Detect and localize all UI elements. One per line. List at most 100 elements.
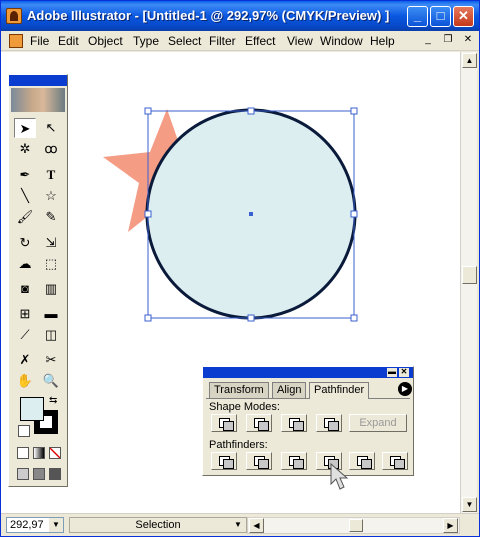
scroll-right-icon[interactable]: ▶	[443, 518, 458, 533]
horizontal-scrollbar[interactable]: ◀ ▶	[247, 517, 460, 534]
scroll-down-icon[interactable]: ▼	[462, 497, 477, 512]
toolbox-title-bar[interactable]	[9, 75, 67, 86]
selection-handle[interactable]	[144, 107, 152, 115]
menu-object[interactable]: Object	[88, 34, 123, 48]
zoom-level-value: 292,97	[10, 519, 44, 531]
selection-handle[interactable]	[144, 210, 152, 218]
symbol-sprayer-tool-icon[interactable]: ◙	[14, 279, 36, 299]
selection-handle[interactable]	[350, 210, 358, 218]
panel-close-icon[interactable]: ✕	[399, 368, 409, 377]
gradient-mode-icon[interactable]	[33, 447, 45, 459]
scroll-up-icon[interactable]: ▲	[462, 53, 477, 68]
panel-menu-arrow-icon[interactable]: ▶	[398, 382, 412, 396]
minimize-button[interactable]: _	[407, 6, 428, 27]
hand-tool-icon[interactable]: ✋	[14, 371, 36, 391]
menu-edit[interactable]: Edit	[58, 34, 79, 48]
lasso-tool-icon[interactable]: ꝏ	[40, 139, 62, 159]
menu-window[interactable]: Window	[320, 34, 363, 48]
pen-tool-icon[interactable]: ✒	[14, 165, 36, 185]
line-tool-icon[interactable]: ╲	[14, 186, 36, 206]
selection-handle[interactable]	[350, 107, 358, 115]
minus-back-button[interactable]	[382, 452, 408, 470]
divide-button[interactable]	[211, 452, 237, 470]
mouse-cursor-icon	[330, 462, 349, 490]
status-text: Selection	[135, 519, 181, 531]
minimize-icon: _	[413, 8, 422, 23]
selection-tool-icon[interactable]: ➤	[14, 118, 36, 138]
scroll-left-icon[interactable]: ◀	[249, 518, 264, 533]
maximize-icon: □	[436, 8, 445, 23]
zoom-dropdown-icon[interactable]: ▼	[49, 518, 63, 532]
pencil-tool-icon[interactable]: ✎	[40, 207, 62, 227]
tab-pathfinder[interactable]: Pathfinder	[309, 382, 370, 399]
full-screen-menu-mode-icon[interactable]	[33, 468, 45, 480]
doc-restore-icon[interactable]: ❐	[441, 34, 455, 47]
tab-transform[interactable]: Transform	[209, 382, 269, 398]
doc-close-icon[interactable]: ✕	[461, 34, 475, 47]
vertical-scroll-thumb[interactable]	[462, 266, 477, 284]
swap-colors-icon[interactable]: ⇆	[49, 395, 61, 407]
menu-type[interactable]: Type	[133, 34, 159, 48]
magic-wand-tool-icon[interactable]: ✲	[14, 139, 36, 159]
exclude-overlapping-areas-button[interactable]	[316, 414, 342, 432]
subtract-from-shape-area-button[interactable]	[246, 414, 272, 432]
illustrator-app-icon[interactable]	[6, 8, 22, 24]
document-icon[interactable]	[9, 34, 23, 48]
selection-handle[interactable]	[144, 314, 152, 322]
selection-handle[interactable]	[247, 314, 255, 322]
menu-view[interactable]: View	[287, 34, 313, 48]
trim-button[interactable]	[246, 452, 272, 470]
scale-tool-icon[interactable]: ⇲	[40, 233, 62, 253]
rotate-tool-icon[interactable]: ↻	[14, 233, 36, 253]
scissors-tool-icon[interactable]: ✂	[40, 350, 62, 370]
zoom-level-field[interactable]: 292,97 ▼	[6, 517, 64, 533]
outline-button[interactable]	[349, 452, 375, 470]
toolbox-panel: ➤ ↖ ✲ ꝏ ✒ T ╲ ☆ 🖌 ✎ ↻ ⇲ ☁ ⬚ ◙ ▥ ⊞ ▬ ⟋ ◫ …	[8, 74, 68, 487]
horizontal-scroll-thumb[interactable]	[349, 519, 363, 532]
application-window: Adobe Illustrator - [Untitled-1 @ 292,97…	[0, 0, 480, 537]
free-transform-tool-icon[interactable]: ⬚	[40, 254, 62, 274]
panel-minimize-icon[interactable]: ▬	[387, 368, 397, 377]
full-screen-mode-icon[interactable]	[49, 468, 61, 480]
status-dropdown-icon[interactable]: ▼	[231, 518, 245, 532]
menu-effect[interactable]: Effect	[245, 34, 275, 48]
none-mode-icon[interactable]	[49, 447, 61, 459]
gradient-tool-icon[interactable]: ▬	[40, 304, 62, 324]
tab-align[interactable]: Align	[272, 382, 307, 398]
selection-handle[interactable]	[247, 107, 255, 115]
direct-selection-tool-icon[interactable]: ↖	[40, 118, 62, 138]
fill-swatch[interactable]	[20, 397, 44, 421]
intersect-shape-areas-button[interactable]	[281, 414, 307, 432]
pathfinder-panel: ▬ ✕ Transform Align Pathfinder ▶ Shape M…	[202, 366, 414, 476]
star-tool-icon[interactable]: ☆	[40, 186, 62, 206]
status-field[interactable]: Selection	[69, 517, 247, 533]
default-colors-icon[interactable]	[18, 425, 30, 437]
graph-tool-icon[interactable]: ▥	[40, 279, 62, 299]
expand-button[interactable]: Expand	[349, 414, 407, 432]
close-button[interactable]: ✕	[453, 6, 474, 27]
blend-tool-icon[interactable]: ◫	[40, 325, 62, 345]
toolbox-header-image[interactable]	[11, 88, 65, 112]
slice-tool-icon[interactable]: ✗	[14, 350, 36, 370]
zoom-tool-icon[interactable]: 🔍	[40, 371, 62, 391]
menu-select[interactable]: Select	[168, 34, 201, 48]
menu-filter[interactable]: Filter	[209, 34, 236, 48]
color-mode-icon[interactable]	[17, 447, 29, 459]
merge-button[interactable]	[281, 452, 307, 470]
standard-screen-mode-icon[interactable]	[17, 468, 29, 480]
menu-file[interactable]: File	[30, 34, 49, 48]
selection-handle[interactable]	[350, 314, 358, 322]
maximize-button[interactable]: □	[430, 6, 451, 27]
warp-tool-icon[interactable]: ☁	[14, 254, 36, 274]
vertical-scrollbar[interactable]: ▲ ▼	[460, 52, 477, 513]
doc-minimize-icon[interactable]: _	[421, 34, 435, 47]
paintbrush-tool-icon[interactable]: 🖌	[14, 207, 36, 227]
panel-title-bar[interactable]: ▬ ✕	[203, 367, 413, 378]
eyedropper-tool-icon[interactable]: ⟋	[14, 325, 36, 345]
menu-help[interactable]: Help	[370, 34, 395, 48]
menu-bar: File Edit Object Type Select Filter Effe…	[1, 31, 479, 51]
mesh-tool-icon[interactable]: ⊞	[14, 304, 36, 324]
title-bar[interactable]: Adobe Illustrator - [Untitled-1 @ 292,97…	[1, 1, 479, 31]
add-to-shape-area-button[interactable]	[211, 414, 237, 432]
type-tool-icon[interactable]: T	[40, 165, 62, 185]
